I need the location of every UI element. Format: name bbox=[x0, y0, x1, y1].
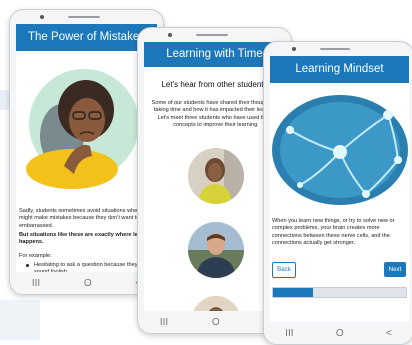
student-avatar[interactable] bbox=[192, 296, 240, 311]
android-nav-bar: III O < bbox=[264, 322, 412, 344]
phone-top-bar bbox=[10, 10, 163, 24]
phone-top-bar bbox=[138, 28, 291, 42]
next-button[interactable]: Next bbox=[384, 262, 406, 277]
recents-button[interactable]: III bbox=[32, 278, 40, 289]
home-button[interactable]: O bbox=[212, 317, 220, 328]
phone-screen: Learning Mindset When you learn new thin… bbox=[270, 56, 409, 322]
home-button[interactable]: O bbox=[84, 278, 92, 289]
neuron-network-illustration bbox=[272, 95, 408, 205]
bullet-icon bbox=[26, 264, 29, 267]
camera-icon bbox=[292, 47, 296, 51]
background-stripe bbox=[0, 300, 40, 340]
example-label: For example: bbox=[19, 253, 52, 259]
phone-top-bar bbox=[264, 42, 412, 56]
student-avatar[interactable] bbox=[188, 222, 244, 278]
camera-icon bbox=[168, 33, 172, 37]
speaker-grille bbox=[196, 34, 228, 36]
student-photo-1 bbox=[188, 148, 244, 204]
progress-track bbox=[272, 287, 407, 298]
page-title: Learning Mindset bbox=[270, 56, 409, 83]
phone-learning-mindset: Learning Mindset When you learn new thin… bbox=[263, 41, 412, 345]
home-button[interactable]: O bbox=[336, 328, 344, 339]
recents-button[interactable]: III bbox=[160, 317, 168, 328]
student-photo-2 bbox=[188, 222, 244, 278]
recents-button[interactable]: III bbox=[285, 328, 293, 339]
progress-fill bbox=[273, 288, 313, 297]
worried-student-illustration bbox=[26, 69, 139, 189]
speaker-grille bbox=[320, 48, 350, 50]
list-item: Hesitating to ask a question because the… bbox=[26, 262, 155, 272]
student-avatar[interactable] bbox=[188, 148, 244, 204]
back-button[interactable]: < bbox=[386, 328, 392, 339]
phone-screen: The Power of Mistakes Sadly, students so… bbox=[16, 24, 157, 272]
camera-icon bbox=[40, 15, 44, 19]
student-photo-3 bbox=[192, 296, 240, 311]
back-button[interactable]: Back bbox=[272, 262, 296, 278]
speaker-grille bbox=[68, 16, 100, 18]
paragraph: Sadly, students sometimes avoid situatio… bbox=[19, 208, 155, 229]
page-title: The Power of Mistakes bbox=[16, 24, 157, 51]
body-paragraph: When you learn new things, or try to sol… bbox=[272, 218, 395, 247]
paragraph-emphasis: But situations like these are exactly wh… bbox=[19, 232, 155, 246]
